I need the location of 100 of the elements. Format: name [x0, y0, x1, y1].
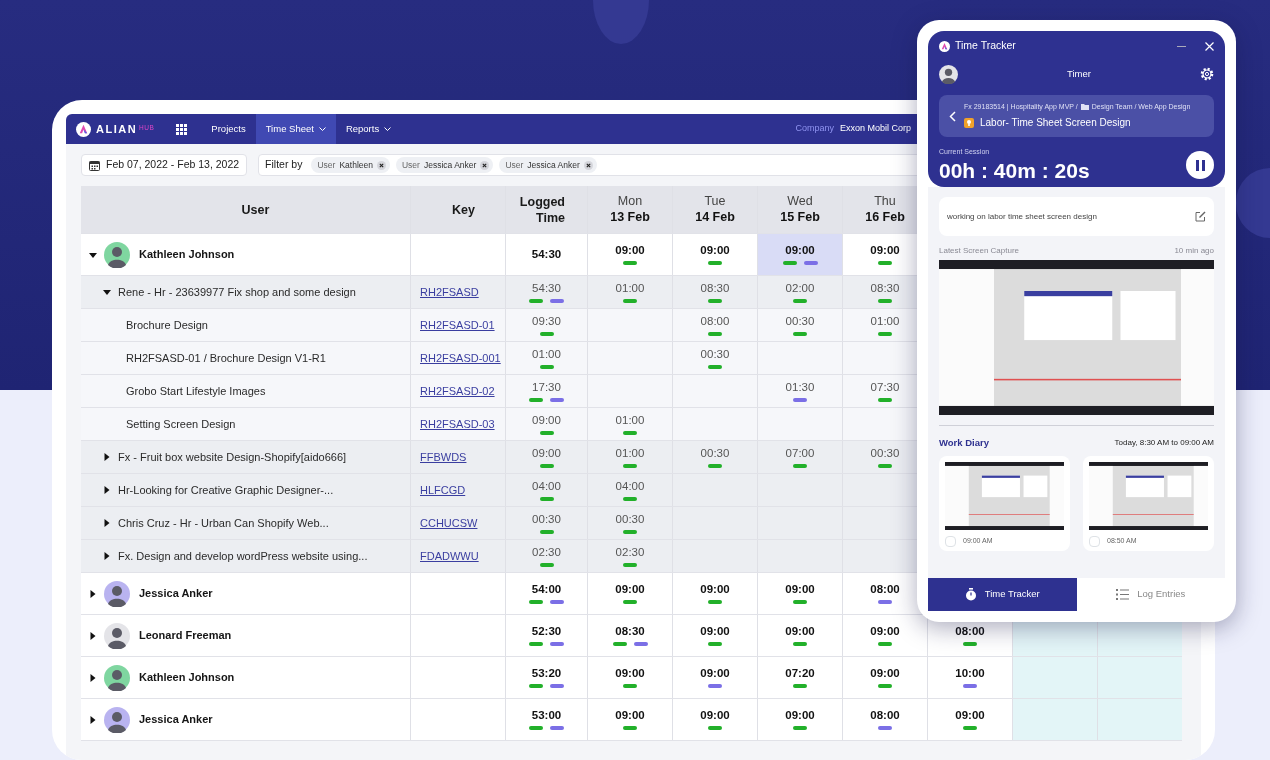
time-value: 02:30 [615, 545, 645, 559]
task-key-link[interactable]: RH2FSASD-01 [420, 316, 495, 334]
task-key-link[interactable]: RH2FSASD [420, 283, 479, 301]
time-value: 04:00 [615, 479, 645, 493]
time-value: 09:00 [532, 446, 561, 460]
time-value: 08:00 [955, 625, 985, 638]
task-key-link[interactable]: FDADWWU [420, 547, 479, 565]
task-key-link[interactable]: HLFCGD [420, 481, 466, 499]
day-cell[interactable]: 08:30 [672, 276, 757, 308]
user-name: Jessica Anker [139, 586, 213, 602]
filter-chip[interactable]: User Kathleen [311, 156, 390, 174]
time-value: 00:30 [700, 446, 730, 460]
day-cell[interactable]: 01:00 [587, 276, 672, 308]
day-cell[interactable]: 09:00 [587, 699, 672, 740]
day-cell[interactable]: 09:00 [672, 657, 757, 698]
day-cell[interactable]: 09:00 [757, 573, 842, 614]
day-cell[interactable]: 04:00 [587, 474, 672, 506]
day-cell[interactable]: 07:20 [757, 657, 842, 698]
day-cell[interactable]: 08:00 [672, 309, 757, 341]
task-title: Chris Cruz - Hr - Urban Can Shopify Web... [118, 515, 329, 531]
day-cell[interactable]: 00:30 [757, 309, 842, 341]
user-name: Kathleen Johnson [139, 670, 235, 686]
task-key-link[interactable]: RH2FSASD-03 [420, 415, 495, 433]
task-key-link[interactable]: RH2FSASD-001 [420, 349, 501, 367]
time-value: 00:30 [870, 446, 900, 460]
task-key-link[interactable]: CCHUCSW [420, 514, 478, 532]
nav-tab[interactable]: Time Sheet [255, 114, 336, 144]
time-value: 09:00 [785, 709, 815, 722]
day-cell[interactable]: 09:00 [757, 615, 842, 656]
note-field[interactable]: working on labor time sheet screen design [939, 197, 1214, 236]
task-title: Grobo Start Lifestyle Images [126, 383, 266, 399]
day-cell[interactable]: 09:00 [757, 699, 842, 740]
weekday-label: Tue [704, 194, 726, 209]
time-value: 07:20 [785, 667, 815, 680]
time-value: 00:30 [785, 314, 815, 328]
time-value: 00:30 [532, 512, 561, 526]
day-cell[interactable]: 09:00 [587, 573, 672, 614]
time-value: 09:00 [700, 709, 730, 722]
weekday-label: Mon [617, 194, 643, 209]
time-value: 10:00 [955, 667, 985, 680]
time-value: 09:00 [785, 625, 815, 638]
time-value: 01:30 [785, 380, 815, 394]
panel-tab[interactable]: Log Entries [1076, 578, 1225, 611]
day-cell[interactable]: 09:00 [587, 234, 672, 275]
day-cell[interactable]: 08:00 [842, 699, 927, 740]
task-name: Labor- Time Sheet Screen Design [980, 116, 1131, 131]
time-value: 01:00 [615, 281, 645, 295]
day-cell[interactable]: 09:00 [672, 699, 757, 740]
day-cell[interactable]: 07:00 [757, 441, 842, 473]
task-key-link[interactable]: FFBWDS [420, 448, 467, 466]
time-value: 09:00 [615, 244, 645, 257]
day-cell[interactable]: 08:30 [587, 615, 672, 656]
time-value: 08:00 [700, 314, 730, 328]
company-label: Company [795, 122, 834, 136]
nav-tab[interactable]: Projects [201, 114, 256, 144]
task-title: Hr-Looking for Creative Graphic Designer-... [118, 482, 334, 498]
user-name: Jessica Anker [139, 712, 213, 728]
time-value: 09:00 [615, 709, 645, 722]
time-value: 01:00 [870, 314, 900, 328]
day-cell[interactable]: 09:00 [587, 657, 672, 698]
user-name: Leonard Freeman [139, 628, 232, 644]
filter-chip[interactable]: User Jessica Anker [395, 156, 494, 174]
day-cell[interactable]: 09:00 [672, 573, 757, 614]
column-header: Logged Time [505, 186, 587, 233]
time-value: 09:00 [785, 583, 815, 596]
capture-label: Latest Screen Capture [939, 245, 1020, 257]
time-value: 09:30 [532, 314, 561, 328]
time-value: 04:00 [532, 479, 561, 493]
time-value: 08:00 [870, 709, 900, 722]
day-cell[interactable]: 00:30 [587, 507, 672, 539]
logo-text: ALIAN [96, 121, 138, 137]
time-value: 09:00 [700, 667, 730, 680]
panel-tab[interactable]: Time Tracker [928, 578, 1077, 611]
task-title: Rene - Hr - 23639977 Fix shop and some design [118, 284, 356, 300]
day-cell[interactable]: 01:00 [587, 408, 672, 440]
day-cell[interactable]: 09:00 [842, 657, 927, 698]
time-value: 53:20 [531, 667, 562, 680]
time-value: 52:30 [531, 625, 562, 638]
user-name: Kathleen Johnson [139, 247, 235, 263]
column-header: User [240, 201, 271, 219]
day-cell[interactable]: 09:00 [757, 234, 842, 275]
date-range-picker[interactable]: Feb 07, 2022 - Feb 13, 2022 [81, 154, 248, 176]
nav-tab[interactable]: Reports [335, 114, 402, 144]
task-title: Brochure Design [126, 317, 208, 333]
time-value: 01:00 [532, 347, 561, 361]
day-cell[interactable]: 01:00 [587, 441, 672, 473]
day-cell[interactable]: 01:30 [757, 375, 842, 407]
filter-chip[interactable]: User Jessica Anker [499, 156, 597, 174]
day-cell[interactable]: 02:00 [757, 276, 842, 308]
time-value: 17:30 [532, 380, 561, 394]
time-value: 09:00 [532, 413, 561, 427]
task-title: Fx. Design and develop wordPress website using... [118, 548, 368, 564]
section-title: Work Diary [939, 435, 989, 450]
day-cell[interactable]: 09:00 [672, 615, 757, 656]
weekday-label: Wed [787, 194, 813, 209]
time-value: 09:00 [785, 244, 815, 257]
day-cell[interactable]: 02:30 [587, 540, 672, 572]
day-cell[interactable]: 00:30 [672, 342, 757, 374]
task-key-link[interactable]: RH2FSASD-02 [420, 382, 495, 400]
day-cell[interactable]: 00:30 [672, 441, 757, 473]
